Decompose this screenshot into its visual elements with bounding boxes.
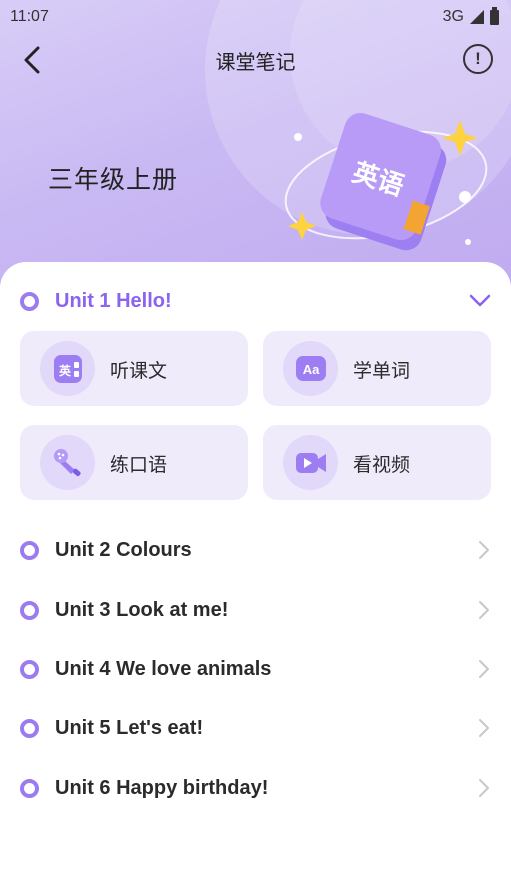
unit-row-1[interactable]: Unit 1 Hello! (0, 279, 511, 323)
chevron-right-icon (479, 660, 489, 678)
unit-row-5[interactable]: Unit 5 Let's eat! (0, 706, 511, 750)
unit-title: Unit 1 Hello! (55, 289, 172, 312)
english-book-illustration: 英语 (284, 112, 488, 251)
status-indicators: 3G (442, 6, 499, 26)
vocabulary-icon: Aa (283, 341, 338, 396)
unit-row-2[interactable]: Unit 2 Colours (0, 528, 511, 572)
textbook-icon: 英 (40, 341, 95, 396)
learn-words-button[interactable]: Aa 学单词 (263, 331, 491, 406)
unit-title: Unit 5 Let's eat! (55, 716, 204, 739)
unit-marker (20, 540, 39, 560)
listen-text-button[interactable]: 英 听课文 (20, 331, 248, 406)
unit-marker (20, 718, 39, 738)
megaphone-icon (40, 435, 95, 490)
watch-video-button[interactable]: 看视频 (263, 425, 491, 500)
tile-label: 听课文 (110, 360, 168, 382)
exclamation-icon: ! (475, 49, 481, 68)
unit-row-4[interactable]: Unit 4 We love animals (0, 647, 511, 691)
unit-marker (20, 659, 39, 679)
info-button[interactable]: ! (463, 44, 493, 74)
unit-title: Unit 6 Happy birthday! (55, 776, 269, 799)
unit-row-3[interactable]: Unit 3 Look at me! (0, 588, 511, 632)
chevron-right-icon (479, 541, 489, 559)
tile-label: 练口语 (110, 454, 168, 476)
signal-icon (470, 10, 484, 24)
unit-title: Unit 4 We love animals (55, 657, 272, 680)
tile-label: 看视频 (353, 454, 411, 476)
network-type: 3G (442, 8, 464, 25)
svg-text:Aa: Aa (302, 362, 319, 377)
nav-bar: 课堂笔记 ! (0, 40, 511, 80)
grade-title: 三年级上册 (48, 165, 179, 194)
video-camera-icon (283, 435, 338, 490)
chevron-right-icon (479, 719, 489, 737)
chevron-down-icon (469, 294, 491, 307)
tile-label: 学单词 (353, 360, 411, 382)
unit-marker (20, 291, 39, 311)
unit-marker (20, 600, 39, 620)
units-card: Unit 1 Hello! 英 听课文 Aa 学单词 练口语 看视频 Unit … (0, 262, 511, 888)
svg-text:英: 英 (58, 363, 71, 378)
status-time: 11:07 (10, 8, 49, 25)
chevron-right-icon (479, 601, 489, 619)
chevron-right-icon (479, 779, 489, 797)
unit-marker (20, 778, 39, 798)
unit-title: Unit 2 Colours (55, 538, 192, 561)
unit-title: Unit 3 Look at me! (55, 598, 229, 621)
battery-icon (490, 6, 499, 25)
practice-speaking-button[interactable]: 练口语 (20, 425, 248, 500)
page-title: 课堂笔记 (215, 50, 296, 74)
status-bar: 11:07 3G (0, 0, 511, 34)
unit-row-6[interactable]: Unit 6 Happy birthday! (0, 766, 511, 810)
